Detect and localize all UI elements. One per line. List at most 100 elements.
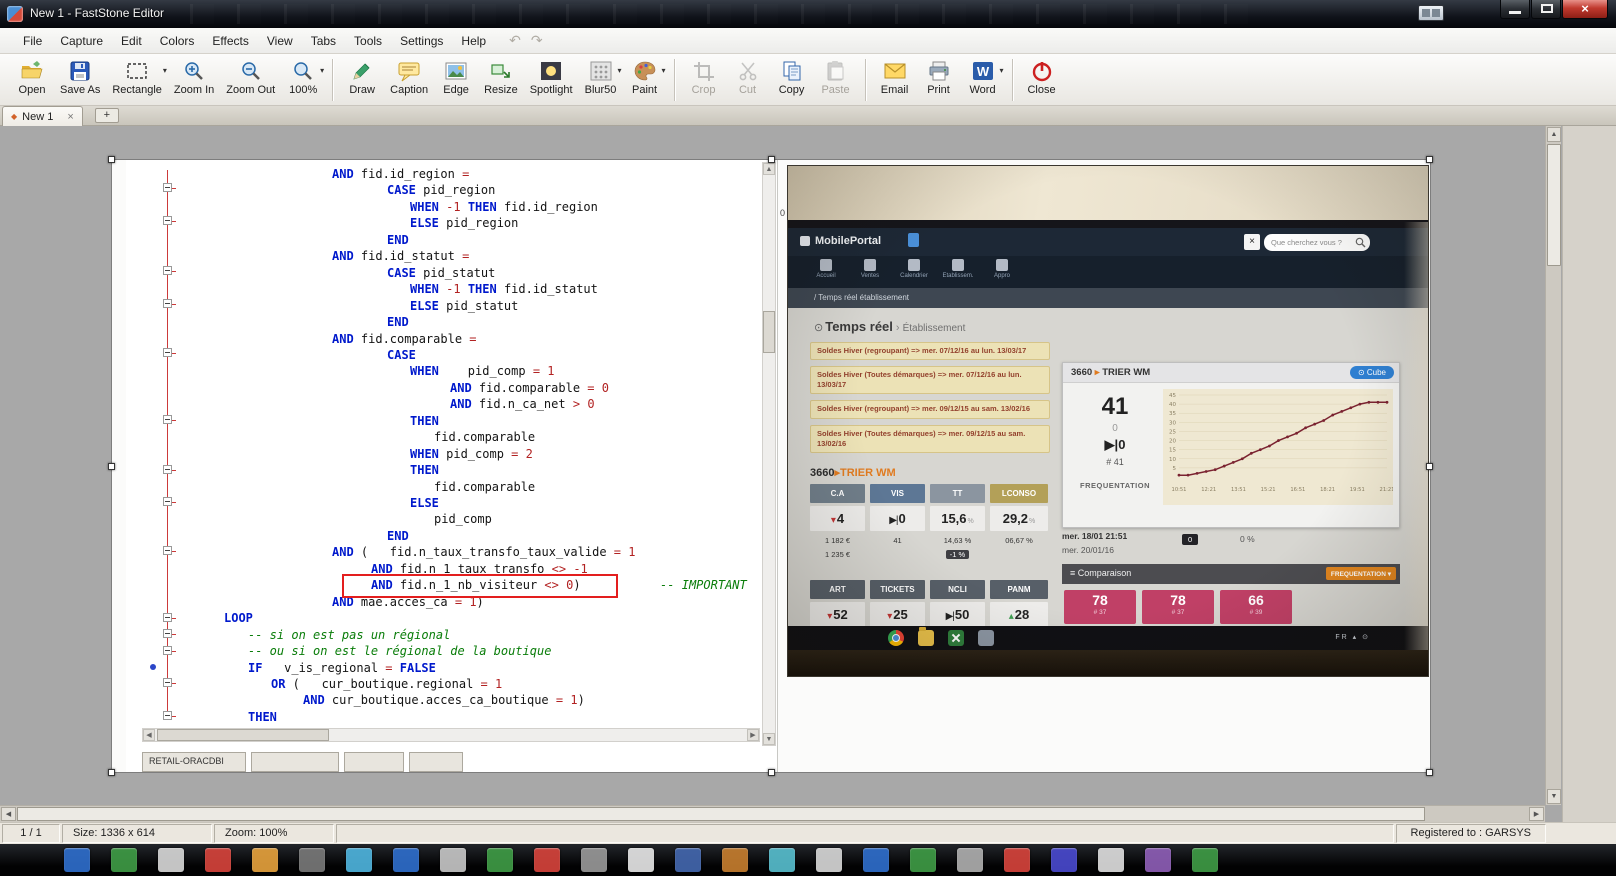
taskbar-app-icon[interactable]	[581, 848, 607, 872]
taskbar-app-icon[interactable]	[1051, 848, 1077, 872]
taskbar-app-icon[interactable]	[675, 848, 701, 872]
frequentation-chart: 5101520253035404510:5112:2113:5115:2116:…	[1163, 389, 1393, 505]
tab-close-icon[interactable]: ×	[67, 111, 73, 123]
title-bar: New 1 - FastStone Editor ×	[0, 0, 1616, 28]
taskbar-app-icon[interactable]	[111, 848, 137, 872]
code-line: WHEN pid_comp = 2	[410, 446, 533, 462]
selection-handle-left-middle[interactable]	[108, 463, 115, 470]
taskbar-app-icon[interactable]	[910, 848, 936, 872]
taskbar-app-icon[interactable]	[205, 848, 231, 872]
menu-edit[interactable]: Edit	[112, 28, 151, 54]
taskbar-app-icon[interactable]	[1192, 848, 1218, 872]
desk-surface	[788, 650, 1428, 676]
code-line: END	[387, 528, 409, 544]
maximize-button[interactable]	[1531, 0, 1561, 19]
menu-settings[interactable]: Settings	[391, 28, 452, 54]
menu-colors[interactable]: Colors	[151, 28, 204, 54]
taskbar-app-icon[interactable]	[1004, 848, 1030, 872]
toolbar-button-zoom-out[interactable]: Zoom Out	[220, 57, 281, 97]
toolbar-button-copy[interactable]: Copy	[770, 57, 814, 97]
toolbar-button-resize[interactable]: Resize	[478, 57, 524, 97]
taskbar-app-icon[interactable]	[628, 848, 654, 872]
taskbar-app-icon[interactable]	[252, 848, 278, 872]
selection-handle-bottom-middle[interactable]	[768, 769, 775, 776]
taskbar-app-icon[interactable]	[816, 848, 842, 872]
close-button[interactable]: ×	[1562, 0, 1608, 19]
rectangle-select-icon	[125, 60, 149, 82]
main-vscrollbar[interactable]: ▲ ▼	[1545, 126, 1561, 805]
toolbar-button-edge[interactable]: Edge	[434, 57, 478, 97]
toolbar-button-email[interactable]: Email	[873, 57, 917, 97]
fold-marker-icon	[163, 546, 172, 555]
dropdown-arrow-icon[interactable]: ▾	[618, 66, 622, 75]
taskbar-app-icon[interactable]	[1145, 848, 1171, 872]
taskbar-app-icon[interactable]	[957, 848, 983, 872]
toolbar-button-close[interactable]: Close	[1020, 57, 1064, 97]
menu-tabs[interactable]: Tabs	[302, 28, 345, 54]
taskbar-app-icon[interactable]	[863, 848, 889, 872]
taskbar-app-icon[interactable]	[534, 848, 560, 872]
taskbar-app-icon[interactable]	[158, 848, 184, 872]
scroll-right-button[interactable]: ▶	[1529, 807, 1544, 821]
tab-new1[interactable]: ◆ New 1 ×	[2, 106, 83, 126]
menu-help[interactable]: Help	[452, 28, 495, 54]
new-tab-button[interactable]: +	[95, 108, 119, 123]
taskbar-app-icon[interactable]	[64, 848, 90, 872]
toolbar-button-spotlight[interactable]: Spotlight	[524, 57, 579, 97]
taskbar-app-icon[interactable]	[1098, 848, 1124, 872]
menu-file[interactable]: File	[14, 28, 51, 54]
minimize-button[interactable]	[1500, 0, 1530, 19]
dropdown-arrow-icon[interactable]: ▾	[662, 66, 666, 75]
portal-close-box: ×	[1244, 234, 1260, 250]
code-line: CASE pid_statut	[387, 265, 495, 281]
toolbar-button-word[interactable]: W▾Word	[961, 57, 1005, 97]
selection-handle-right-middle[interactable]	[1426, 463, 1433, 470]
taskbar-app-icon[interactable]	[346, 848, 372, 872]
toolbar-button-open[interactable]: Open	[10, 57, 54, 97]
toolbar-button-zoom-100[interactable]: ▾100%	[281, 57, 325, 97]
selection-handle-bottom-right[interactable]	[1426, 769, 1433, 776]
scroll-down-button[interactable]: ▼	[1547, 789, 1561, 804]
taskbar-app-icon[interactable]	[299, 848, 325, 872]
date-labels: mer. 18/01 21:51 mer. 20/01/16	[1062, 530, 1127, 557]
taskbar-app-icon[interactable]	[722, 848, 748, 872]
blur-icon	[589, 60, 613, 82]
code-line: fid.comparable	[434, 429, 535, 445]
menu-view[interactable]: View	[258, 28, 302, 54]
vscroll-thumb[interactable]	[1547, 144, 1561, 266]
menu-tools[interactable]: Tools	[345, 28, 391, 54]
scroll-up-button[interactable]: ▲	[1547, 127, 1561, 142]
taskbar-app-icon[interactable]	[393, 848, 419, 872]
selection-handle-top-right[interactable]	[1426, 156, 1433, 163]
toolbar-button-caption[interactable]: Caption	[384, 57, 434, 97]
canvas-image: AND fid.id_region =CASE pid_regionWHEN -…	[112, 160, 1430, 772]
status-bar: 1 / 1 Size: 1336 x 614 Zoom: 100% Regist…	[0, 822, 1616, 844]
hscroll-thumb[interactable]	[17, 807, 1425, 821]
fold-marker-icon	[163, 613, 172, 622]
selection-handle-top-middle[interactable]	[768, 156, 775, 163]
toolbar-button-draw[interactable]: Draw	[340, 57, 384, 97]
main-hscrollbar[interactable]: ◀ ▶	[0, 805, 1545, 822]
selection-handle-top-left[interactable]	[108, 156, 115, 163]
toolbar-button-zoom-in[interactable]: Zoom In	[168, 57, 220, 97]
toolbar-button-rectangle[interactable]: ▾Rectangle	[106, 57, 168, 97]
taskbar-app-icon[interactable]	[769, 848, 795, 872]
close-icon: ×	[1563, 1, 1607, 16]
dropdown-arrow-icon[interactable]: ▾	[320, 66, 324, 75]
dropdown-arrow-icon[interactable]: ▾	[163, 66, 167, 75]
toolbar-button-blur50[interactable]: ▾Blur50	[579, 57, 623, 97]
dropdown-arrow-icon[interactable]: ▾	[1000, 66, 1004, 75]
menu-capture[interactable]: Capture	[51, 28, 112, 54]
toolbar-button-print[interactable]: Print	[917, 57, 961, 97]
scroll-left-button[interactable]: ◀	[1, 807, 16, 821]
taskbar-app-icon[interactable]	[487, 848, 513, 872]
undo-icon[interactable]: ↶	[509, 32, 531, 48]
desktop-toggle-button[interactable]	[1418, 5, 1444, 21]
selection-handle-bottom-left[interactable]	[108, 769, 115, 776]
fold-marker-icon	[163, 266, 172, 275]
redo-icon[interactable]: ↷	[531, 32, 553, 48]
toolbar-button-save-as[interactable]: Save As	[54, 57, 106, 97]
menu-effects[interactable]: Effects	[203, 28, 257, 54]
toolbar-button-paint[interactable]: ▾Paint	[623, 57, 667, 97]
taskbar-app-icon[interactable]	[440, 848, 466, 872]
